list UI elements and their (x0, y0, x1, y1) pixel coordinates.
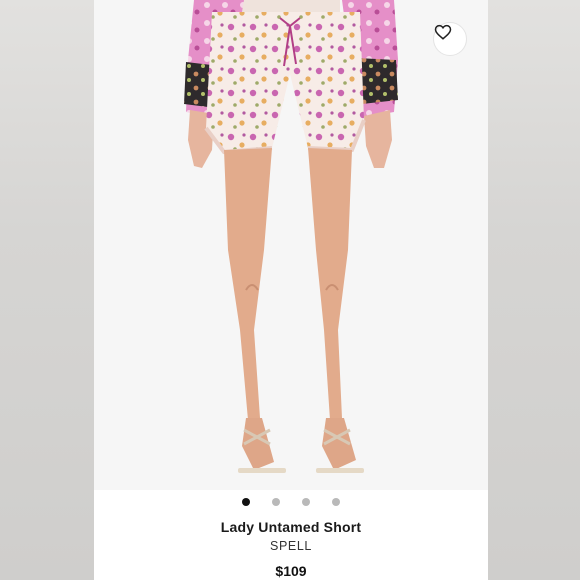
pagination-dot-2[interactable] (272, 498, 280, 506)
pagination-dot-1[interactable] (242, 498, 250, 506)
background-blur-left (0, 0, 94, 580)
product-brand[interactable]: SPELL (94, 539, 488, 553)
background-blur-right (488, 0, 580, 580)
model-illustration (184, 0, 398, 473)
image-pagination (94, 498, 488, 506)
pagination-dot-3[interactable] (302, 498, 310, 506)
product-name[interactable]: Lady Untamed Short (94, 519, 488, 535)
product-card: Lady Untamed Short SPELL $109 (94, 0, 488, 580)
product-price: $109 (275, 563, 307, 579)
heart-outline-icon (434, 24, 452, 40)
product-image[interactable] (94, 0, 488, 490)
favorite-button[interactable] (433, 22, 467, 56)
pagination-dot-4[interactable] (332, 498, 340, 506)
